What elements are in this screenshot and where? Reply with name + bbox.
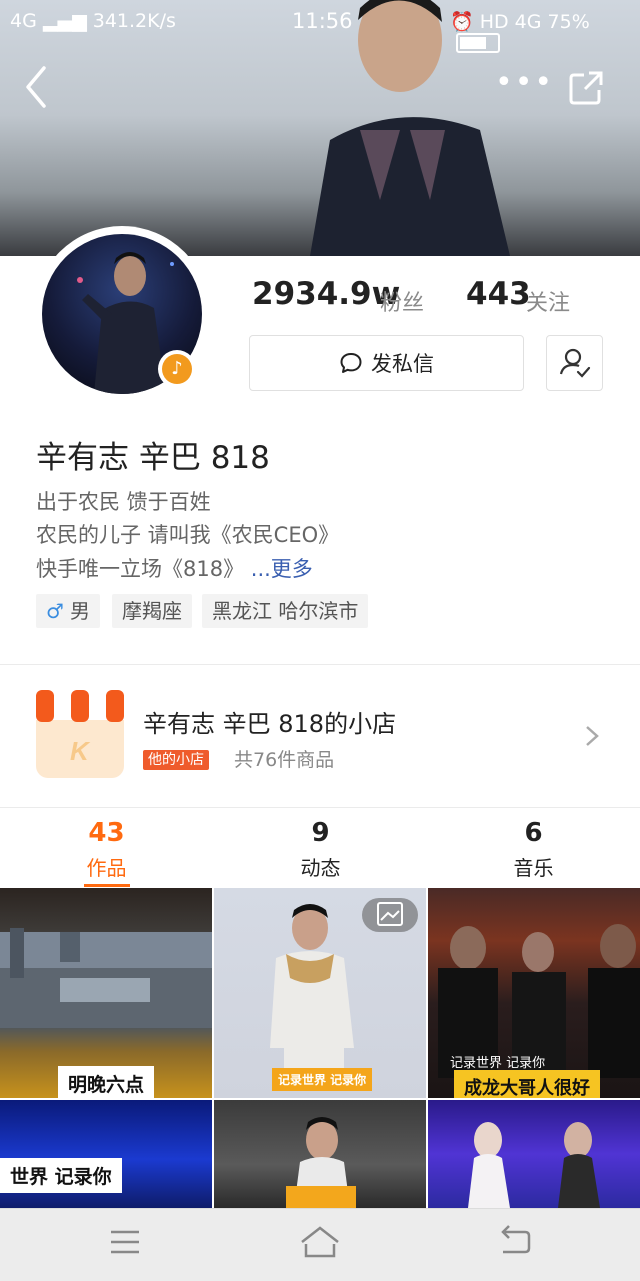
alarm-icon: ⏰ (450, 11, 474, 33)
gender-tag: ♂ 男 (36, 594, 100, 628)
video-thumbnail[interactable]: 记录世界 记录你 成龙大哥人很好 (428, 888, 640, 1098)
back-nav-icon[interactable] (495, 1222, 535, 1262)
bio-line-3: 快手唯一立场《818》 ...更多 (36, 553, 313, 583)
video-thumbnail[interactable] (428, 1100, 640, 1208)
following-count[interactable]: 443 (466, 276, 531, 312)
share-button[interactable] (568, 70, 604, 106)
status-bar: 4G ▂▄▆ 341.2K/s 11:56 ⏰ HD 4G 75% (0, 0, 640, 53)
video-thumbnail[interactable] (214, 1100, 426, 1208)
status-right-text: HD 4G 75% (479, 11, 590, 33)
zodiac-tag: 摩羯座 (112, 594, 192, 628)
thumbnail-image (468, 1122, 600, 1208)
network-indicator: 4G (10, 10, 37, 32)
send-message-label: 发私信 (371, 352, 434, 376)
status-right: ⏰ HD 4G 75% (450, 10, 640, 55)
network-speed: 341.2K/s (92, 10, 176, 32)
thumbnail-image (286, 1117, 356, 1208)
video-caption: 记录世界 记录你 (272, 1068, 373, 1091)
tab-label: 作品 (86, 856, 127, 880)
video-subcaption: 记录世界 记录你 (450, 1056, 546, 1071)
signal-icon: ▂▄▆ (42, 10, 93, 32)
bio-line-2: 农民的儿子 请叫我《农民CEO》 (36, 523, 340, 547)
video-caption: 明晚六点 (58, 1066, 155, 1098)
video-thumbnail[interactable]: 明晚六点 (0, 888, 212, 1098)
music-note-icon: ♪ (162, 354, 192, 384)
battery-icon (456, 33, 500, 53)
back-button[interactable] (22, 64, 52, 110)
fans-count[interactable]: 2934.9w (252, 276, 400, 312)
tab-moments[interactable]: 9 动态 (214, 818, 427, 881)
video-caption: 世界 记录你 (0, 1158, 122, 1193)
user-check-icon (559, 348, 591, 378)
tab-count: 43 (88, 818, 125, 848)
chat-bubble-icon (340, 353, 362, 373)
male-icon: ♂ (46, 599, 64, 623)
shop-title[interactable]: 辛有志 辛巴 818的小店 (143, 704, 396, 739)
menu-icon[interactable] (105, 1222, 145, 1262)
music-badge: ♪ (158, 350, 196, 388)
following-label[interactable]: 关注 (526, 285, 570, 317)
bio-line-1: 出于农民 馈于百姓 (36, 490, 211, 514)
shop-badge: 他的小店 (143, 750, 209, 770)
tab-count: 9 (311, 818, 330, 848)
bio-line-3-text: 快手唯一立场《818》 (36, 557, 245, 581)
chevron-right-icon[interactable] (584, 724, 600, 748)
follow-user-button[interactable] (546, 335, 603, 391)
shop-icon: K (36, 690, 124, 778)
status-left: 4G ▂▄▆ 341.2K/s (10, 10, 176, 32)
home-icon[interactable] (300, 1222, 340, 1262)
gallery-icon (362, 898, 418, 932)
svg-text:K: K (70, 736, 91, 766)
tab-label: 动态 (300, 856, 341, 880)
tab-works[interactable]: 43 作品 (0, 818, 213, 881)
video-thumbnail[interactable]: 记录世界 记录你 (214, 888, 426, 1098)
tab-count: 6 (524, 818, 543, 848)
divider (0, 807, 640, 808)
profile-name: 辛有志 辛巴 818 (36, 440, 270, 476)
bio-more-link[interactable]: ...更多 (251, 557, 313, 581)
send-message-button[interactable]: 发私信 (249, 335, 524, 391)
more-options-button[interactable]: ••• (495, 68, 552, 108)
location-tag: 黑龙江 哈尔滨市 (202, 594, 369, 628)
video-caption: 成龙大哥人很好 (454, 1070, 600, 1098)
clock: 11:56 (292, 9, 353, 33)
gender-label: 男 (69, 599, 90, 623)
shop-item-count: 共76件商品 (234, 749, 335, 771)
video-thumbnail[interactable]: 世界 记录你 (0, 1100, 212, 1208)
tab-music[interactable]: 6 音乐 (427, 818, 640, 881)
tab-indicator (84, 884, 130, 887)
fans-label[interactable]: 粉丝 (380, 285, 424, 317)
tab-label: 音乐 (513, 856, 554, 880)
